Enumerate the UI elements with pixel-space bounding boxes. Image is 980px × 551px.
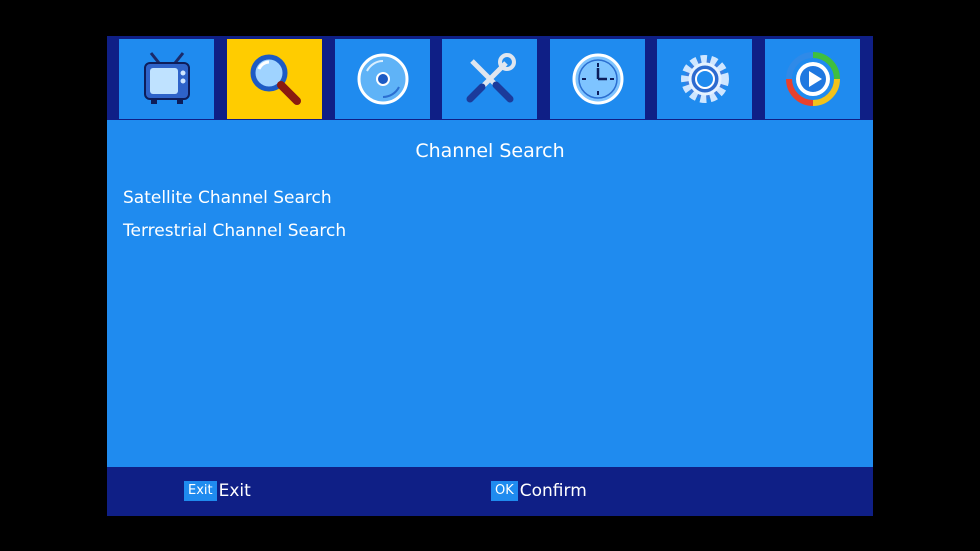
confirm-hint-label: Confirm (519, 481, 587, 501)
search-magnifier-icon (250, 54, 301, 105)
ok-key-badge: OK (491, 481, 518, 501)
tab-time[interactable] (550, 39, 645, 119)
clock-icon (572, 53, 623, 105)
tab-media-disc[interactable] (335, 39, 430, 119)
gear-icon (680, 55, 729, 103)
menu-item-terrestrial-channel-search[interactable]: Terrestrial Channel Search (123, 221, 346, 241)
confirm-hint[interactable]: OK Confirm (491, 481, 587, 501)
tab-settings[interactable] (657, 39, 752, 119)
tab-tools[interactable] (442, 39, 537, 119)
disc-icon (357, 53, 408, 105)
key-hint-bar: Exit Exit OK Confirm (107, 467, 873, 516)
media-play-icon (785, 52, 840, 106)
tab-tv[interactable] (119, 39, 214, 119)
exit-key-badge: Exit (184, 481, 217, 501)
tab-channel-search[interactable] (227, 39, 322, 119)
tv-icon (143, 52, 190, 104)
menu-screen: Channel Search Satellite Channel Search … (107, 36, 873, 516)
exit-hint-label: Exit (218, 481, 251, 501)
tab-media-player[interactable] (765, 39, 860, 119)
tools-icon (466, 53, 516, 103)
exit-hint[interactable]: Exit Exit (184, 481, 251, 501)
channel-search-panel: Channel Search Satellite Channel Search … (107, 120, 873, 467)
tab-bar (107, 36, 873, 120)
menu-item-satellite-channel-search[interactable]: Satellite Channel Search (123, 188, 332, 208)
page-title: Channel Search (415, 140, 565, 162)
